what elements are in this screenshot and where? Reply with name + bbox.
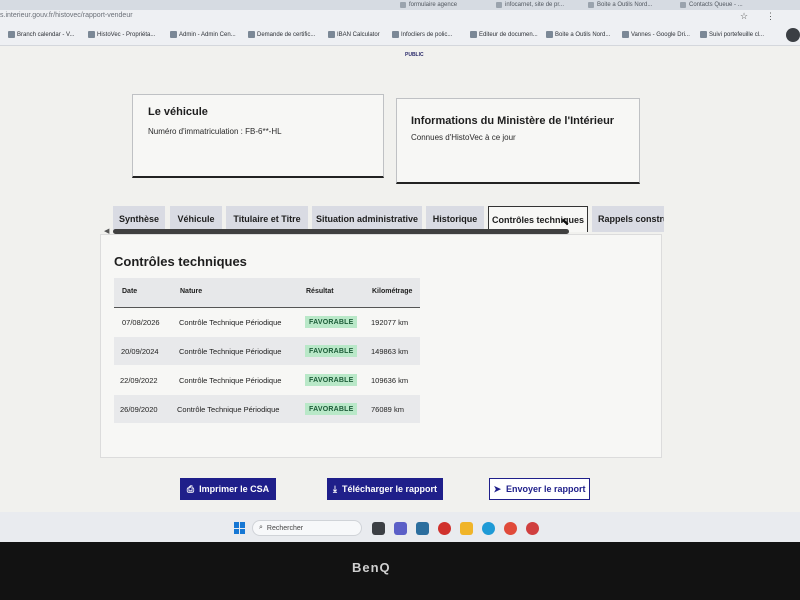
file-explorer-icon[interactable]: [460, 522, 473, 535]
bookmark-icon: [88, 31, 95, 38]
browser-tab[interactable]: Boite a Outils Nord...: [588, 0, 672, 10]
bookmark-icon: [546, 31, 553, 38]
send-icon: ➤: [493, 483, 501, 494]
bookmark-icon: [700, 31, 707, 38]
ministry-card-title: Informations du Ministère de l'Intérieur: [411, 115, 615, 127]
bookmark-item[interactable]: IBAN Calculator: [328, 31, 380, 38]
table-row: 22/09/2022 Contrôle Technique Périodique…: [114, 366, 420, 394]
table-row: 26/09/2020 Contrôle Technique Périodique…: [114, 395, 420, 423]
chrome-profile-icon[interactable]: [526, 522, 539, 535]
address-bar[interactable]: s.interieur.gouv.fr/histovec/rapport-ven…: [0, 10, 800, 24]
chrome-icon[interactable]: [504, 522, 517, 535]
url-text[interactable]: s.interieur.gouv.fr/histovec/rapport-ven…: [0, 12, 133, 19]
column-header: Date: [122, 288, 138, 295]
ministry-card-subtitle: Connues d'HistoVec à ce jour: [411, 133, 516, 142]
bookmark-icon: [248, 31, 255, 38]
status-badge: FAVORABLE: [305, 345, 358, 357]
table-row: 20/09/2024 Contrôle Technique Périodique…: [114, 337, 420, 365]
bookmark-item[interactable]: HistoVec - Propriéta...: [88, 31, 155, 38]
printer-icon: ⎙: [186, 483, 195, 494]
send-report-button[interactable]: ➤ Envoyer le rapport: [489, 478, 590, 500]
print-csa-button[interactable]: ⎙ Imprimer le CSA: [180, 478, 276, 500]
mileage-cell: 192077 km: [371, 318, 409, 327]
status-badge: FAVORABLE: [305, 374, 358, 386]
vehicle-card-title: Le véhicule: [148, 106, 208, 118]
section-title: Contrôles techniques: [114, 254, 247, 269]
bookmark-icon: [170, 31, 177, 38]
monitor-bezel: [0, 542, 800, 600]
nature-cell: Contrôle Technique Périodique: [177, 405, 280, 414]
search-icon: ⌕: [259, 524, 263, 531]
bookmark-item[interactable]: Branch calendar - V...: [8, 31, 74, 38]
status-badge: FAVORABLE: [305, 316, 358, 328]
store-icon[interactable]: [416, 522, 429, 535]
bookmark-item[interactable]: Infocliers de polic...: [392, 31, 452, 38]
table-row: 07/08/2026 Contrôle Technique Périodique…: [114, 308, 420, 336]
browser-tabstrip: formulaire agence infocarnet, site de pr…: [0, 0, 800, 10]
favicon-icon: [400, 2, 406, 8]
bookmark-item[interactable]: Demande de certific...: [248, 31, 315, 38]
download-icon: ⤓: [332, 483, 337, 494]
bookmark-icon: [470, 31, 477, 38]
bookmark-item[interactable]: Suivi portefeuille cl...: [700, 31, 764, 38]
mileage-cell: 149863 km: [371, 347, 409, 356]
bookmarks-bar: Branch calendar - V... HistoVec - Propri…: [0, 24, 800, 46]
mouse-cursor-icon: ⬉: [561, 217, 570, 228]
bookmark-item[interactable]: Boite a Outils Nord...: [546, 31, 610, 38]
profile-avatar[interactable]: [786, 28, 800, 42]
edge-icon[interactable]: [482, 522, 495, 535]
browser-tab[interactable]: infocarnet, site de pr...: [496, 0, 580, 10]
column-header: Résultat: [306, 288, 334, 295]
bookmark-icon: [622, 31, 629, 38]
favicon-icon: [680, 2, 686, 8]
browser-tab[interactable]: formulaire agence: [400, 0, 490, 10]
opera-icon[interactable]: [438, 522, 451, 535]
bookmark-icon: [392, 31, 399, 38]
nature-cell: Contrôle Technique Périodique: [179, 376, 282, 385]
date-cell: 26/09/2020: [120, 405, 158, 414]
table-header: Date Nature Résultat Kilométrage: [114, 278, 420, 308]
nature-cell: Contrôle Technique Périodique: [179, 347, 282, 356]
status-badge: FAVORABLE: [305, 403, 358, 415]
bookmark-icon: [8, 31, 15, 38]
date-cell: 20/09/2024: [121, 347, 159, 356]
favicon-icon: [588, 2, 594, 8]
download-report-button[interactable]: ⤓ Télécharger le rapport: [327, 478, 443, 500]
column-header: Kilométrage: [372, 288, 413, 295]
teams-icon[interactable]: [394, 522, 407, 535]
mileage-cell: 76089 km: [371, 405, 404, 414]
tab-rappels[interactable]: Rappels constructeur: [592, 206, 664, 232]
bookmark-item[interactable]: Vannes - Google Dri...: [622, 31, 690, 38]
favicon-icon: [496, 2, 502, 8]
date-cell: 07/08/2026: [122, 318, 160, 327]
windows-taskbar: ⌕ Rechercher: [0, 512, 800, 542]
bookmark-item[interactable]: Editeur de documen...: [470, 31, 538, 38]
page-content: PUBLIC Le véhicule Numéro d'immatriculat…: [0, 46, 800, 512]
date-cell: 22/09/2022: [120, 376, 158, 385]
gov-logo: PUBLIC: [405, 52, 424, 58]
bookmark-icon: [328, 31, 335, 38]
bookmark-star-icon[interactable]: ☆: [740, 11, 748, 22]
menu-icon[interactable]: ⋮: [766, 11, 775, 22]
nature-cell: Contrôle Technique Périodique: [179, 318, 282, 327]
plate-number: Numéro d'immatriculation : FB-6**-HL: [148, 127, 282, 136]
taskbar-search[interactable]: ⌕ Rechercher: [252, 520, 362, 536]
task-view-icon[interactable]: [372, 522, 385, 535]
mileage-cell: 109636 km: [371, 376, 409, 385]
bookmark-item[interactable]: Admin - Admin Cen...: [170, 31, 236, 38]
browser-tab[interactable]: Contacts Queue - ...: [680, 0, 780, 10]
monitor-brand-logo: BenQ: [352, 560, 391, 575]
windows-start-icon[interactable]: [234, 522, 246, 534]
column-header: Nature: [180, 288, 203, 295]
